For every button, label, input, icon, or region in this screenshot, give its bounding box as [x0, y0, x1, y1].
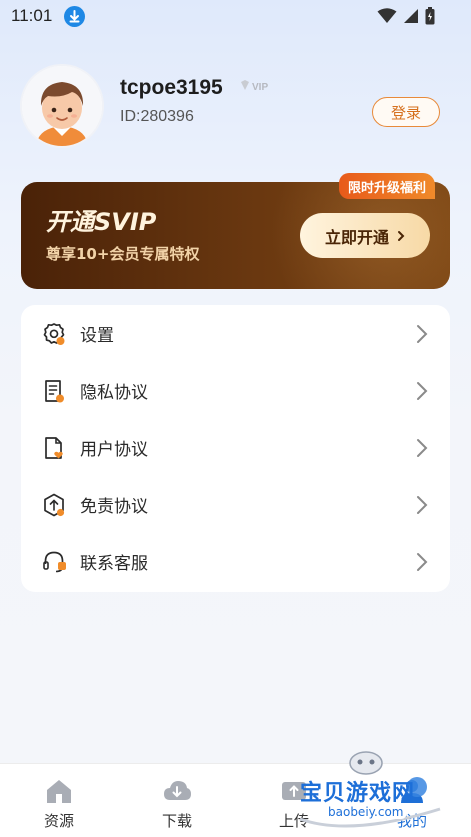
watermark-text: 宝贝游戏网: [300, 781, 416, 806]
upload-shield-icon: [44, 493, 65, 516]
chevron-right-icon: [417, 552, 428, 571]
menu-item-label: 免责协议: [80, 497, 148, 517]
chevron-right-icon: [417, 324, 428, 343]
nav-label: 下载: [161, 812, 192, 830]
promo-tag: 限时升级福利: [339, 173, 436, 199]
wifi-icon: [377, 8, 397, 23]
svip-subtitle: 尊享10+会员专属特权: [46, 245, 200, 263]
user-id: ID:280396: [120, 108, 194, 125]
avatar[interactable]: [22, 66, 102, 146]
document-icon: [45, 379, 64, 402]
menu-item-label: 设置: [80, 326, 114, 346]
battery-icon: [425, 7, 435, 25]
menu-item-disclaimer[interactable]: 免责协议: [21, 476, 450, 533]
nav-label: 资源: [43, 812, 74, 830]
menu-item-label: 隐私协议: [80, 383, 148, 403]
home-icon: [47, 780, 71, 803]
cloud-download-icon: [164, 781, 191, 800]
download-icon: [64, 6, 85, 27]
menu-card: 设置 隐私协议 用户协议 免责协议 联系客服: [21, 305, 450, 592]
login-button[interactable]: 登录: [372, 97, 440, 127]
file-heart-icon: [45, 436, 63, 459]
status-bar: 11:01: [0, 0, 471, 34]
vip-badge: VIP: [240, 78, 280, 93]
menu-item-customer-service[interactable]: 联系客服: [21, 533, 450, 590]
watermark-url: baobeiy.com: [324, 805, 408, 819]
headset-icon: [43, 551, 66, 572]
username: tcpoe3195: [120, 76, 223, 99]
menu-item-label: 联系客服: [80, 554, 148, 574]
menu-item-settings[interactable]: 设置: [21, 305, 450, 362]
nav-item-download[interactable]: 下载: [118, 764, 236, 837]
watermark: 宝贝游戏网 baobeiy.com: [290, 745, 471, 837]
menu-item-privacy[interactable]: 隐私协议: [21, 362, 450, 419]
svg-text:VIP: VIP: [252, 82, 268, 93]
chevron-right-icon: [417, 381, 428, 400]
open-svip-button[interactable]: 立即开通: [300, 213, 430, 258]
open-svip-label: 立即开通: [324, 227, 389, 247]
chevron-right-icon: [417, 438, 428, 457]
svip-title: 开通SVIP: [46, 208, 157, 236]
menu-item-user-agreement[interactable]: 用户协议: [21, 419, 450, 476]
nav-item-resources[interactable]: 资源: [0, 764, 118, 837]
status-icons: [377, 7, 435, 25]
signal-icon: [404, 9, 418, 23]
status-time: 11:01: [11, 6, 53, 25]
chevron-right-icon: [417, 495, 428, 514]
chevron-right-icon: [398, 230, 405, 241]
gear-icon: [43, 322, 65, 345]
menu-item-label: 用户协议: [80, 440, 148, 460]
